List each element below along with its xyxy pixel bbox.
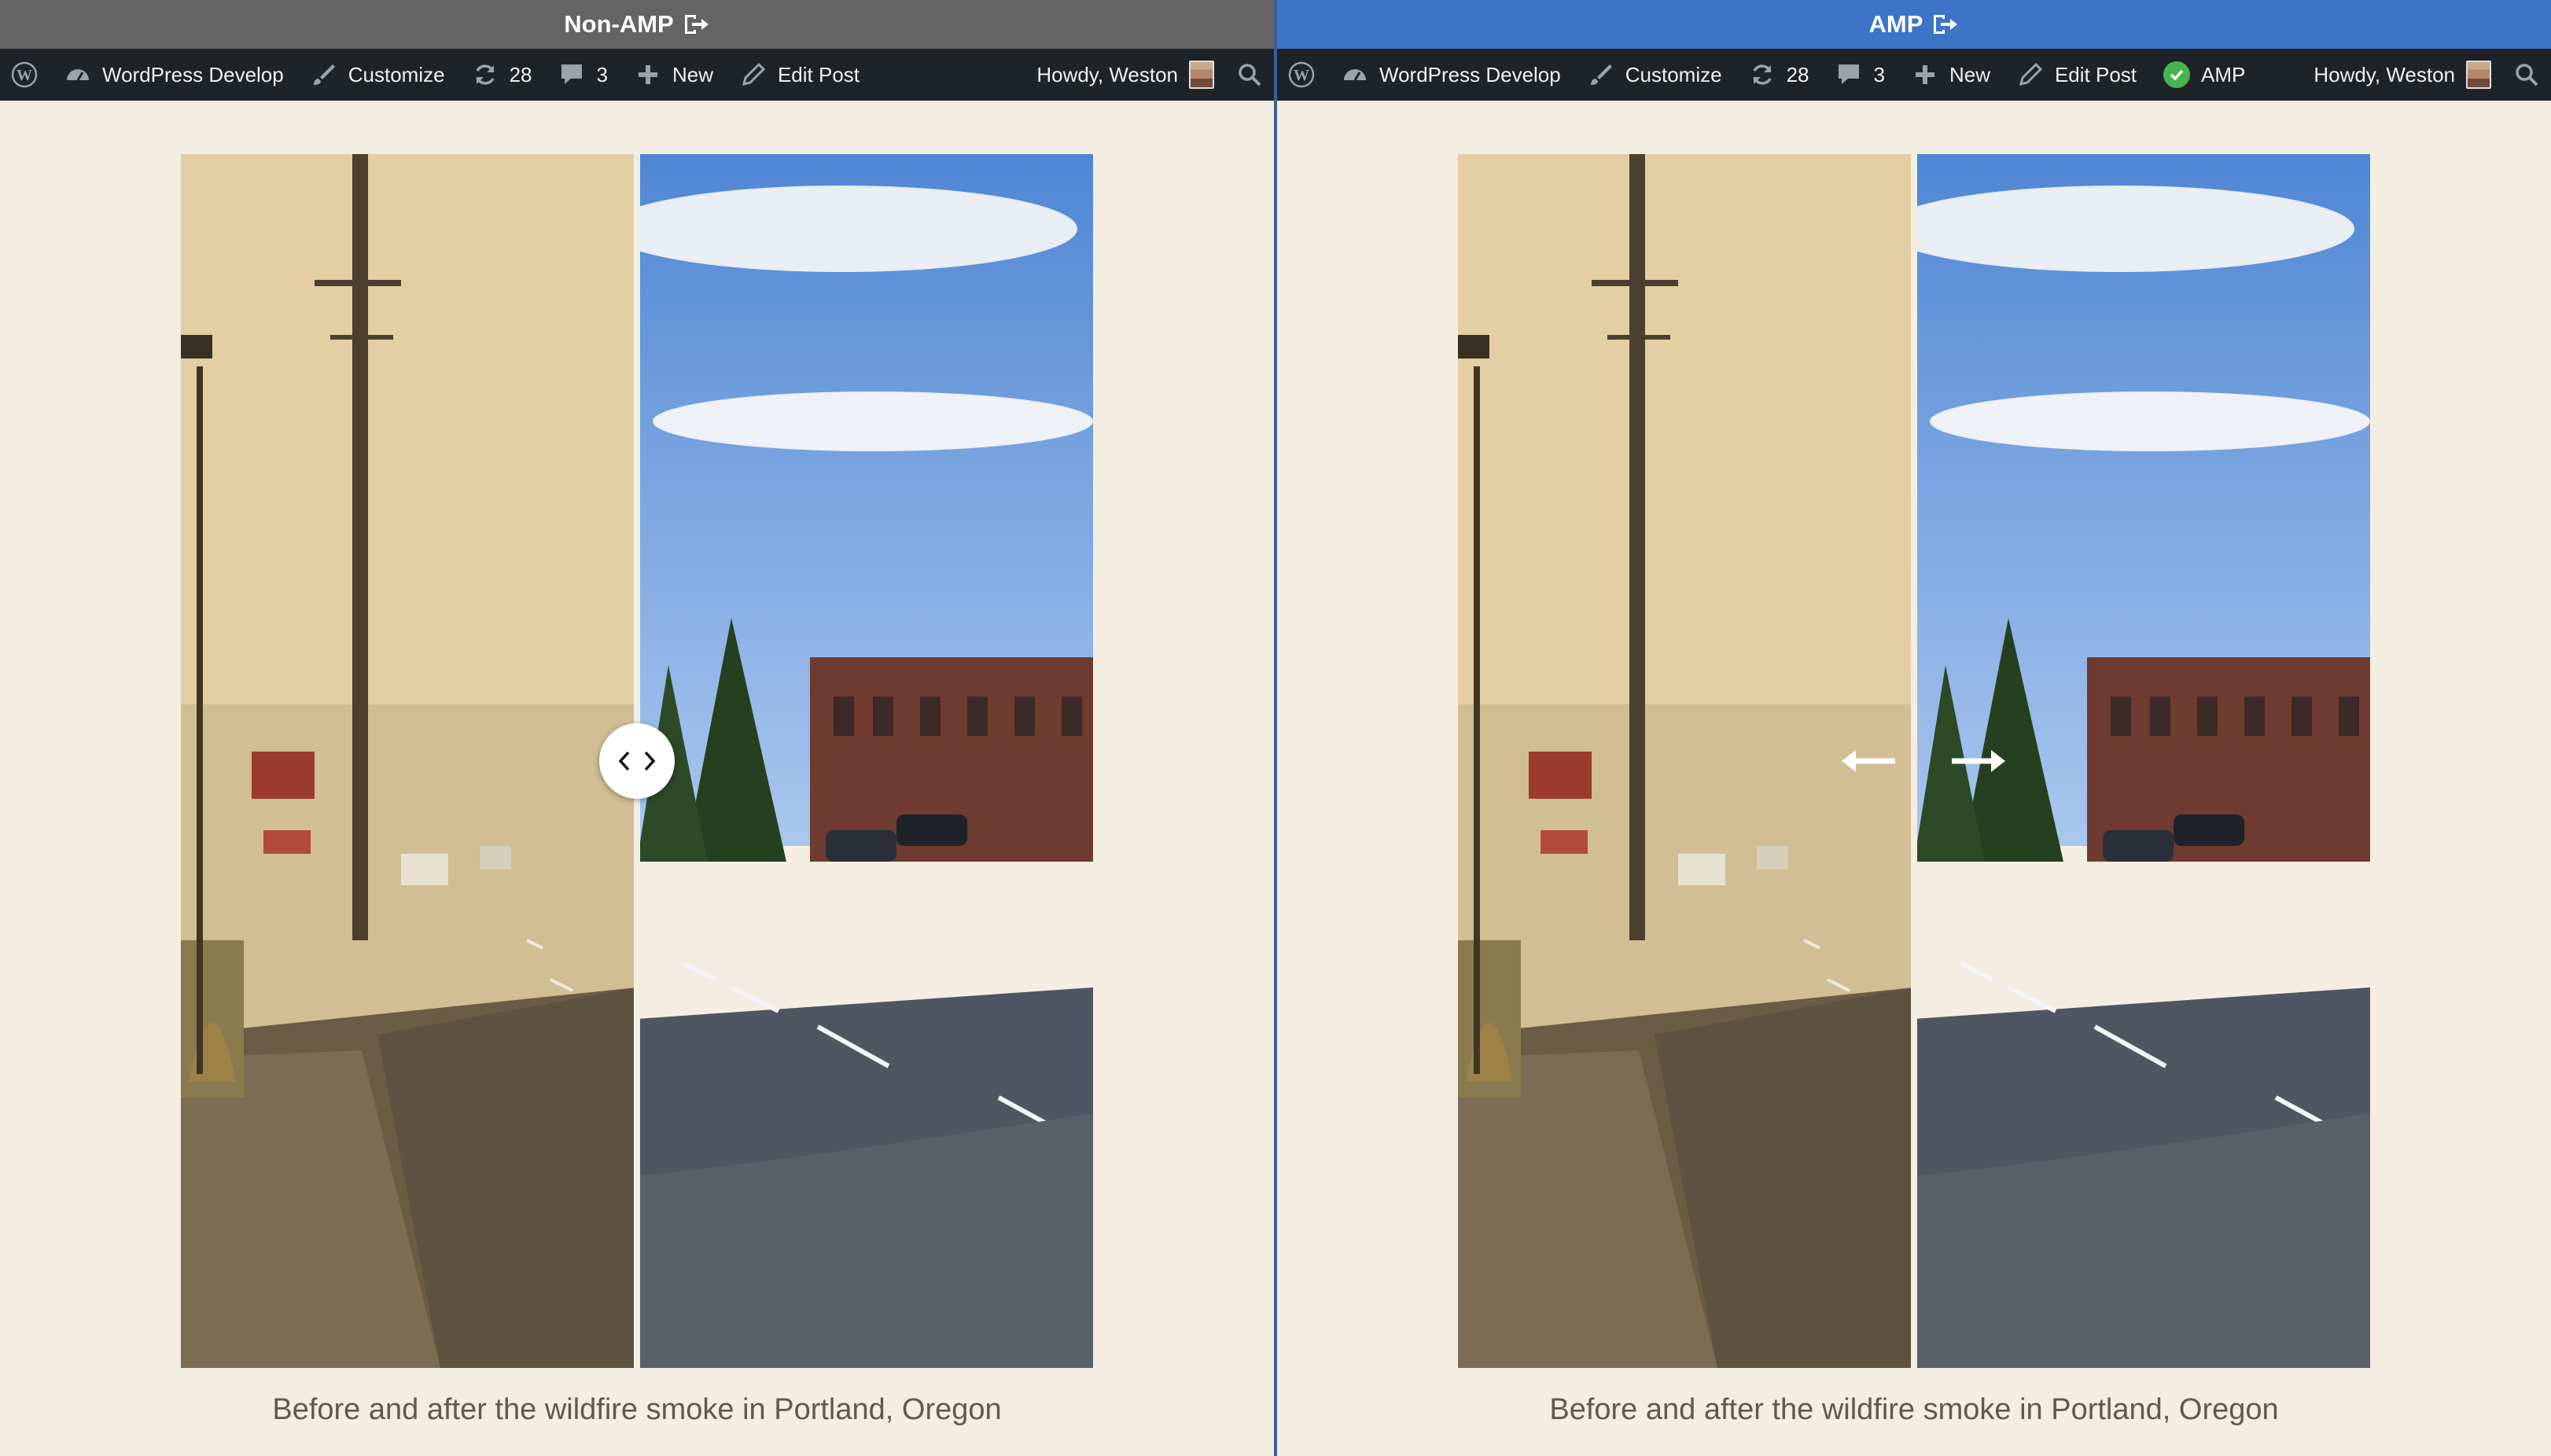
amp-validation-link[interactable]: AMP — [2163, 61, 2245, 88]
non-amp-title-bar[interactable]: Non-AMP — [0, 0, 1274, 49]
edit-post-link[interactable]: Edit Post — [740, 61, 860, 88]
edit-post-label: Edit Post — [2054, 62, 2137, 86]
svg-text:W: W — [1294, 67, 1309, 84]
exit-arrow-icon — [1934, 15, 1958, 34]
plus-icon — [1915, 65, 1934, 84]
customize-label: Customize — [1625, 62, 1722, 86]
admin-bar: W WordPress Develop Customize 28 3 New E… — [0, 49, 1274, 101]
image-caption: Before and after the wildfire smoke in P… — [1549, 1393, 2279, 1426]
comments-count: 3 — [1873, 62, 1885, 86]
search-icon[interactable] — [1236, 61, 1263, 88]
paintbrush-icon — [1590, 64, 1612, 85]
my-account-menu[interactable]: Howdy, Weston — [2314, 61, 2491, 89]
updates-count: 28 — [1786, 62, 1809, 86]
customize-label: Customize — [348, 62, 445, 86]
dashboard-gauge-icon — [67, 69, 89, 81]
comments-link[interactable]: 3 — [1835, 61, 1885, 88]
dashboard-gauge-icon — [1344, 69, 1366, 81]
howdy-label: Howdy, Weston — [2314, 62, 2455, 86]
slider-handle[interactable] — [599, 723, 675, 799]
site-name-link[interactable]: WordPress Develop — [1342, 61, 1561, 88]
refresh-icon — [1752, 64, 1772, 85]
wordpress-logo-icon: W — [1288, 61, 1315, 88]
wordpress-menu[interactable]: W — [11, 61, 38, 88]
check-circle-icon — [2163, 61, 2191, 88]
search-icon[interactable] — [2513, 61, 2540, 88]
arrow-left-icon[interactable] — [1840, 745, 1897, 777]
pane-title: AMP — [1868, 10, 1923, 38]
amp-label: AMP — [2201, 62, 2246, 86]
chevron-left-icon — [618, 751, 630, 771]
paintbrush-icon — [313, 64, 335, 85]
avatar — [2466, 61, 2491, 89]
updates-link[interactable]: 28 — [472, 61, 532, 88]
admin-bar-secondary: Howdy, Weston — [1036, 49, 1263, 101]
my-account-menu[interactable]: Howdy, Weston — [1036, 61, 1214, 89]
amp-title-bar[interactable]: AMP — [1277, 0, 2551, 49]
comments-link[interactable]: 3 — [558, 61, 608, 88]
comments-count: 3 — [596, 62, 608, 86]
arrow-right-icon[interactable] — [1950, 745, 2007, 777]
slider-divider[interactable] — [1911, 154, 1917, 1368]
site-name-label: WordPress Develop — [102, 62, 284, 86]
new-label: New — [1949, 62, 1990, 86]
image-comparison-slider[interactable] — [1458, 154, 2370, 1368]
customize-link[interactable]: Customize — [1588, 61, 1722, 88]
admin-bar: W WordPress Develop Customize 28 3 New E… — [1277, 49, 2551, 101]
plus-icon — [638, 65, 657, 84]
site-name-label: WordPress Develop — [1379, 62, 1561, 86]
new-content-link[interactable]: New — [635, 61, 713, 88]
before-image — [181, 154, 637, 1368]
image-caption: Before and after the wildfire smoke in P… — [272, 1393, 1002, 1426]
chevron-right-icon — [644, 751, 656, 771]
exit-arrow-icon — [684, 15, 709, 34]
comment-bubble-icon — [561, 64, 583, 84]
pencil-icon — [2019, 62, 2043, 86]
edit-post-link[interactable]: Edit Post — [2017, 61, 2137, 88]
after-image — [637, 154, 1093, 1368]
non-amp-pane: Non-AMP W WordPress Develop Customize 28… — [0, 0, 1274, 1456]
updates-count: 28 — [509, 62, 532, 86]
amp-pane: AMP W WordPress Develop Customize 28 3 N… — [1277, 0, 2551, 1456]
new-label: New — [672, 62, 713, 86]
image-comparison-slider[interactable] — [181, 154, 1093, 1368]
admin-bar-secondary: Howdy, Weston — [2314, 49, 2540, 101]
new-content-link[interactable]: New — [1912, 61, 1990, 88]
avatar — [1189, 61, 1214, 89]
updates-link[interactable]: 28 — [1749, 61, 1809, 88]
refresh-icon — [475, 64, 495, 85]
howdy-label: Howdy, Weston — [1036, 62, 1178, 86]
comment-bubble-icon — [1839, 64, 1860, 84]
wordpress-menu[interactable]: W — [1288, 61, 1315, 88]
customize-link[interactable]: Customize — [311, 61, 445, 88]
edit-post-label: Edit Post — [777, 62, 860, 86]
site-name-link[interactable]: WordPress Develop — [64, 61, 284, 88]
pane-title: Non-AMP — [564, 10, 674, 38]
svg-text:W: W — [17, 67, 32, 84]
wordpress-logo-icon: W — [11, 61, 38, 88]
pencil-icon — [742, 62, 766, 86]
